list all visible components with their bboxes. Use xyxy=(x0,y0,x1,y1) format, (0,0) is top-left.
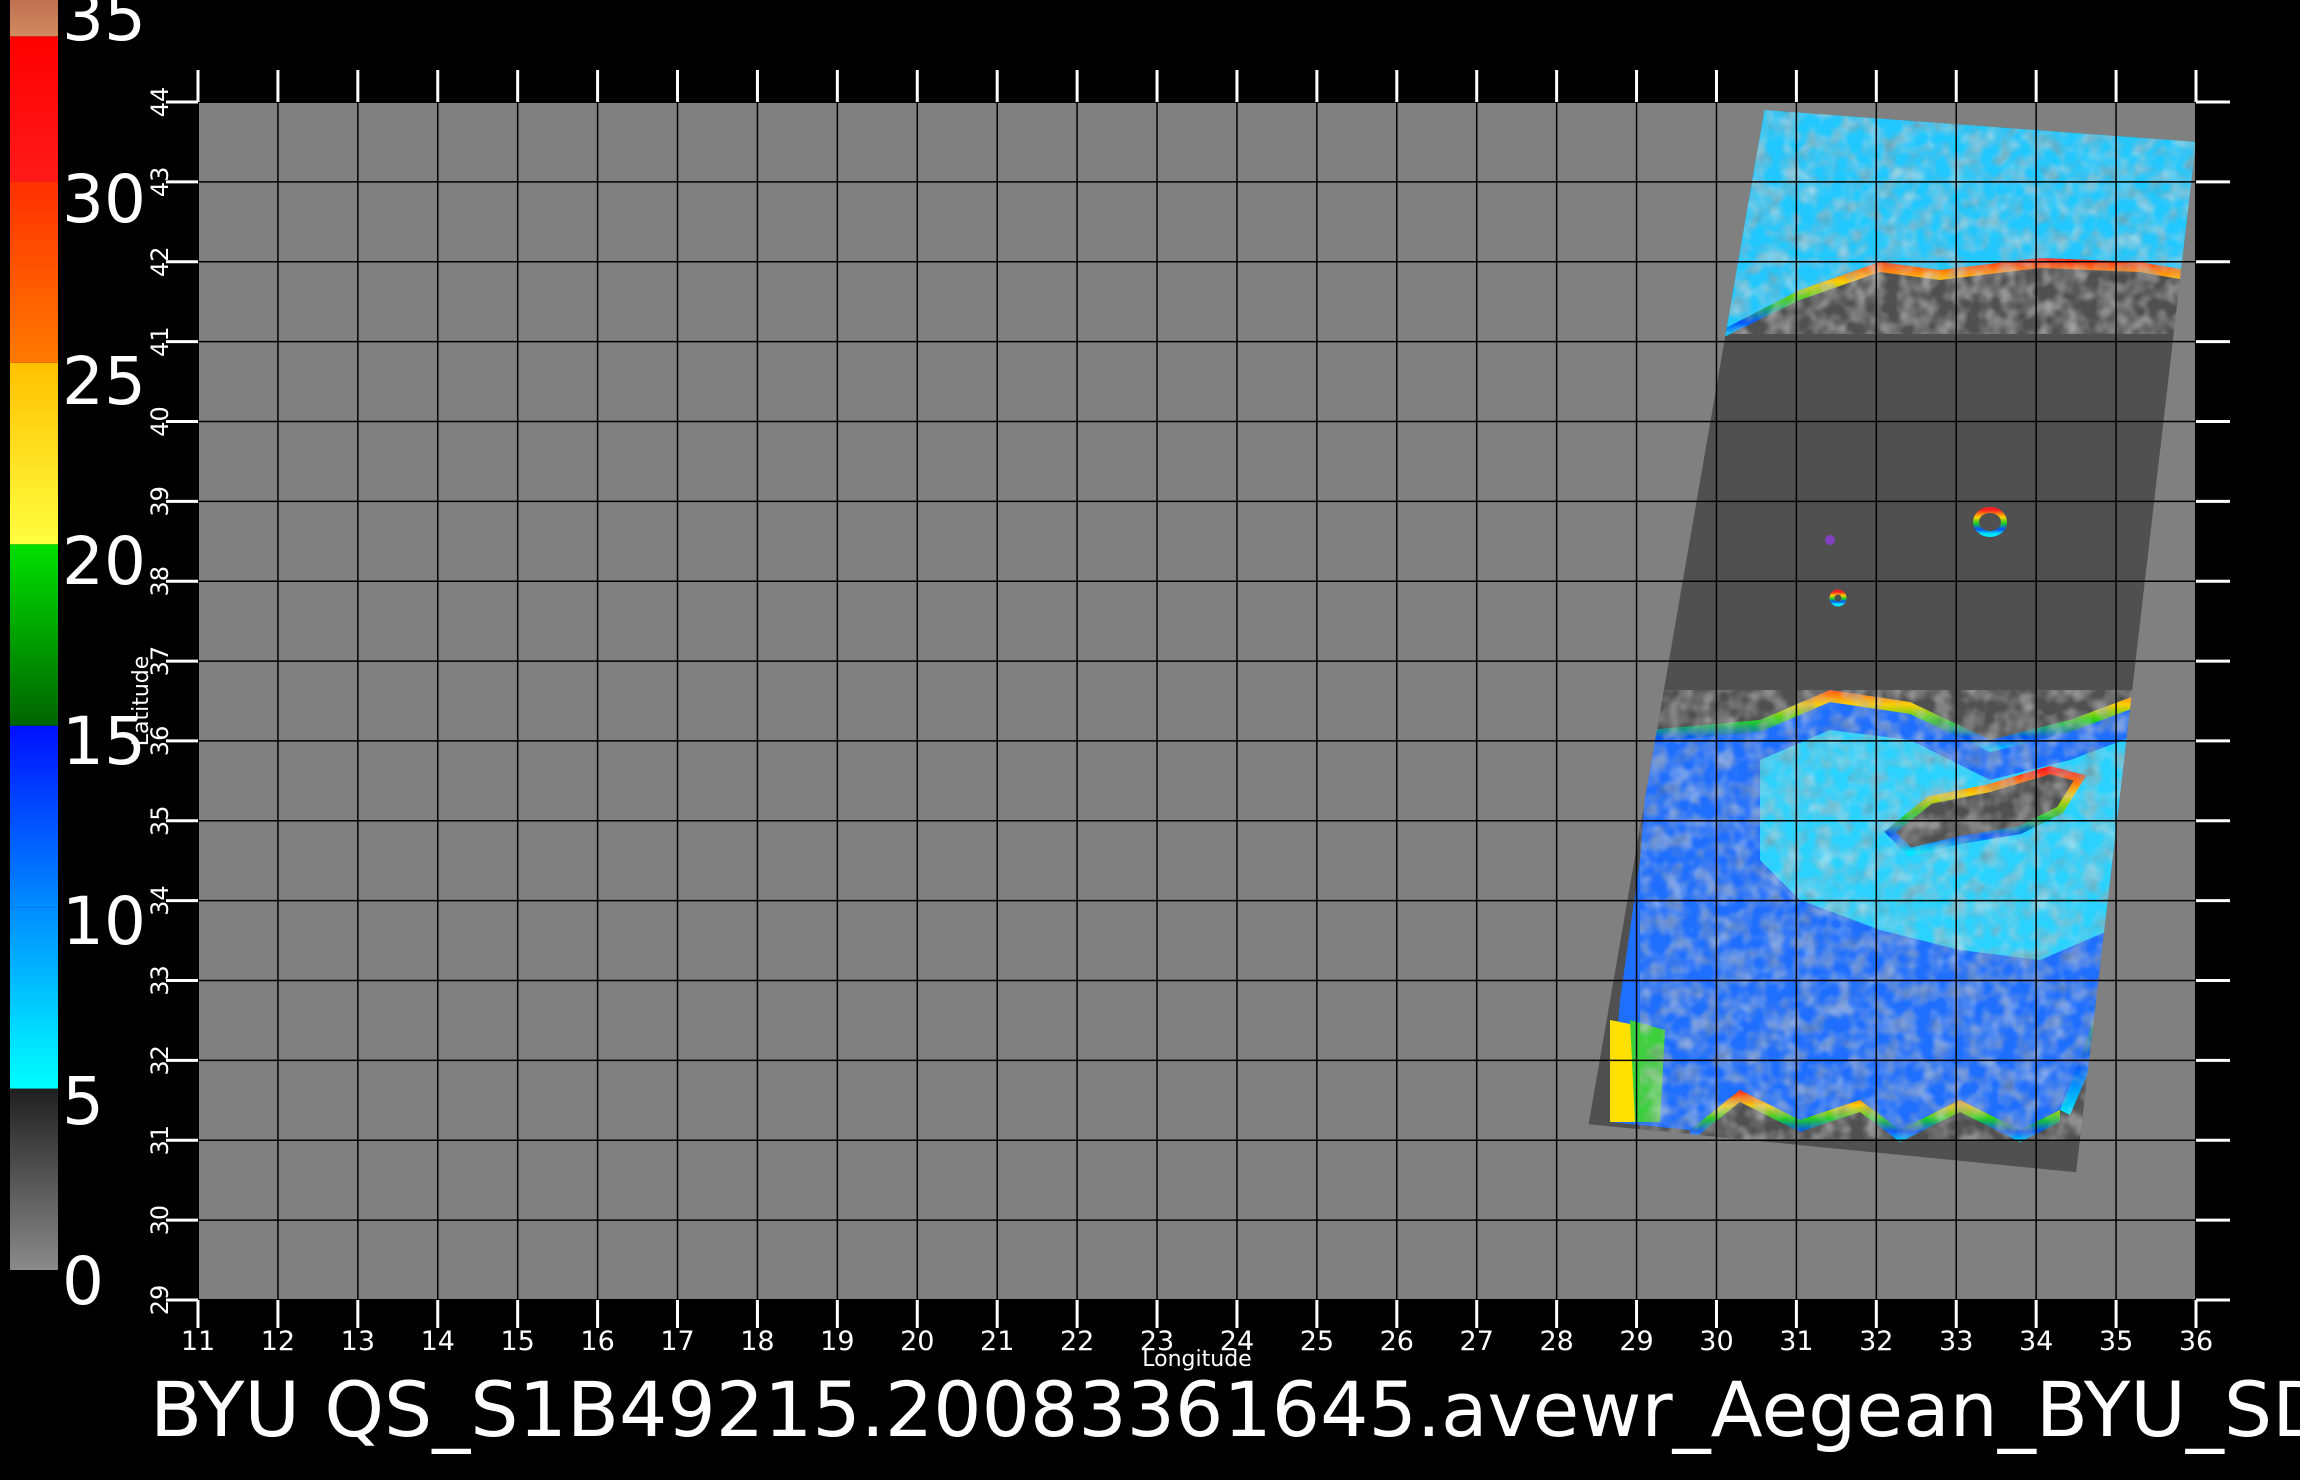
lon-tick-label: 31 xyxy=(1779,1326,1813,1357)
lon-tick-label: 26 xyxy=(1380,1326,1414,1357)
lat-tick-label: 39 xyxy=(146,486,174,517)
wind-map-figure: 35 30 25 20 15 10 5 0 11 12 13 14 15 16 … xyxy=(10,0,2300,1454)
lon-tick-label: 25 xyxy=(1300,1326,1334,1357)
colorbar-label-0: 0 xyxy=(62,1243,104,1320)
colorbar-label-30: 30 xyxy=(62,161,146,238)
lon-tick-label: 15 xyxy=(501,1326,535,1357)
lon-tick-label: 29 xyxy=(1619,1326,1653,1357)
colorbar-label-35: 35 xyxy=(62,0,146,56)
lon-tick-label: 35 xyxy=(2099,1326,2133,1357)
lon-tick-label: 17 xyxy=(660,1326,694,1357)
lat-tick-label: 40 xyxy=(146,406,174,437)
lat-tick-label: 32 xyxy=(146,1045,174,1076)
colorbar-segment xyxy=(10,1088,58,1270)
lon-tick-label: 18 xyxy=(740,1326,774,1357)
lon-tick-label: 14 xyxy=(421,1326,455,1357)
colorbar-label-5: 5 xyxy=(62,1063,104,1140)
colorbar xyxy=(10,0,58,1270)
lat-tick-label: 41 xyxy=(146,326,174,357)
colorbar-segment xyxy=(10,0,58,37)
lon-tick-label: 22 xyxy=(1060,1326,1094,1357)
colorbar-segment xyxy=(10,544,58,726)
lon-tick-label: 30 xyxy=(1699,1326,1733,1357)
y-axis-title: Latitude xyxy=(129,656,154,747)
colorbar-segment xyxy=(10,36,58,182)
lon-tick-label: 32 xyxy=(1859,1326,1893,1357)
lat-tick-label: 44 xyxy=(146,87,174,118)
lat-tick-label: 38 xyxy=(146,566,174,597)
colorbar-segment xyxy=(10,907,58,1089)
lon-tick-label: 21 xyxy=(980,1326,1014,1357)
colorbar-label-25: 25 xyxy=(62,343,146,420)
lon-tick-label: 28 xyxy=(1539,1326,1573,1357)
lat-tick-label: 29 xyxy=(146,1285,174,1316)
lon-tick-label: 20 xyxy=(900,1326,934,1357)
lon-tick-label: 19 xyxy=(820,1326,854,1357)
colorbar-segment xyxy=(10,181,58,363)
lon-tick-label: 34 xyxy=(2019,1326,2053,1357)
lon-tick-label: 12 xyxy=(261,1326,295,1357)
lon-tick-label: 16 xyxy=(580,1326,614,1357)
lat-tick-label: 35 xyxy=(146,806,174,837)
lat-tick-label: 31 xyxy=(146,1125,174,1156)
lon-tick-label: 13 xyxy=(341,1326,375,1357)
figure-caption: BYU QS_S1B49215.20083361645.avewr_Aegean… xyxy=(150,1365,2300,1454)
noise-north xyxy=(1720,110,2196,334)
island-marker-2 xyxy=(1825,535,1835,545)
lat-tick-label: 34 xyxy=(146,885,174,916)
lat-tick-label: 33 xyxy=(146,965,174,996)
lat-tick-label: 43 xyxy=(146,167,174,198)
lat-tick-label: 30 xyxy=(146,1205,174,1236)
colorbar-segment xyxy=(10,725,58,908)
lon-tick-label: 27 xyxy=(1460,1326,1494,1357)
lon-tick-label: 36 xyxy=(2179,1326,2213,1357)
lat-tick-label: 42 xyxy=(146,246,174,277)
colorbar-label-10: 10 xyxy=(62,883,146,960)
colorbar-label-20: 20 xyxy=(62,523,146,600)
lon-tick-label: 11 xyxy=(181,1326,215,1357)
colorbar-segment xyxy=(10,362,58,545)
lon-tick-label: 33 xyxy=(1939,1326,1973,1357)
